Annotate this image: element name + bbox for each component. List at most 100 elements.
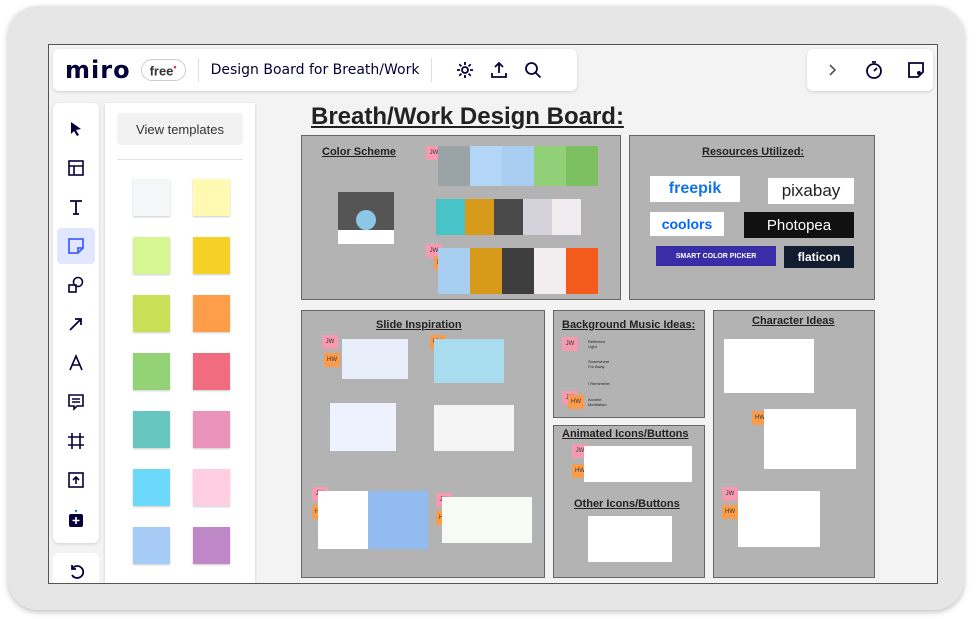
plan-label: free: [149, 63, 174, 79]
sticky-color-swatch[interactable]: [133, 469, 170, 506]
mockup-footer: [338, 230, 394, 244]
sticky-color-swatch[interactable]: [193, 527, 230, 564]
inspiration-image-5: [318, 491, 428, 549]
sticky-color-swatch[interactable]: [193, 237, 230, 274]
view-templates-button[interactable]: View templates: [117, 113, 243, 145]
frame-title: Other Icons/Buttons: [574, 498, 680, 510]
more-apps-tool[interactable]: [57, 501, 95, 537]
divider: [197, 58, 199, 82]
miro-board-window: miro free• Design Board for Breath/Work: [48, 44, 938, 584]
sticky-color-swatch[interactable]: [133, 237, 170, 274]
palette-color-swatch: [566, 248, 598, 294]
sticky-add-icon[interactable]: [903, 57, 929, 83]
board-title[interactable]: Design Board for Breath/Work: [211, 62, 420, 78]
upload-tool[interactable]: [57, 462, 95, 498]
frame-tool[interactable]: [57, 423, 95, 459]
divider: [431, 58, 433, 82]
music-item: Reflected Light: [588, 339, 605, 349]
sticky-color-swatch[interactable]: [193, 469, 230, 506]
palette-color-swatch: [523, 199, 552, 235]
pixabay-logo: pixabay: [768, 178, 854, 204]
timer-icon[interactable]: [861, 57, 887, 83]
photopea-logo: Photopea: [744, 212, 854, 238]
sticky-jw[interactable]: JW: [322, 335, 338, 349]
palette-color-swatch: [436, 199, 465, 235]
top-right-bar: [807, 49, 933, 91]
mockup-circle: [356, 210, 376, 230]
palette-color-swatch: [494, 199, 523, 235]
board-canvas[interactable]: Breath/Work Design Board: Color Scheme J…: [299, 95, 937, 583]
sticky-color-swatch[interactable]: [133, 295, 170, 332]
palette-color-swatch: [438, 146, 470, 186]
sticky-color-swatch[interactable]: [193, 353, 230, 390]
templates-tool[interactable]: [57, 150, 95, 186]
inspiration-image-1: [342, 339, 408, 379]
share-upload-icon[interactable]: [486, 57, 512, 83]
undo-icon: [67, 562, 85, 584]
sticky-color-swatch[interactable]: [193, 179, 230, 216]
frame-title: Slide Inspiration: [376, 319, 462, 331]
freepik-logo: freepik: [650, 176, 740, 202]
frame-title: Color Scheme: [322, 146, 396, 158]
inspiration-image-6: [442, 497, 532, 543]
miro-logo[interactable]: miro: [65, 56, 131, 84]
music-frame[interactable]: Background Music Ideas: JW Reflected Lig…: [553, 310, 705, 418]
pen-tool[interactable]: [57, 345, 95, 381]
slide-inspiration-frame[interactable]: Slide Inspiration JW HW HW JW HW JW HW: [301, 310, 545, 578]
connection-line-tool[interactable]: [57, 306, 95, 342]
sticky-jw[interactable]: JW: [562, 337, 578, 351]
shapes-tool[interactable]: [57, 267, 95, 303]
palette-color-swatch: [470, 248, 502, 294]
left-toolbar: [53, 103, 99, 543]
settings-icon[interactable]: [452, 57, 478, 83]
palette-color-swatch: [502, 146, 534, 186]
music-item: Somewhere For Away: [588, 359, 610, 369]
sticky-color-swatch[interactable]: [193, 411, 230, 448]
top-bar: miro free• Design Board for Breath/Work: [53, 49, 577, 91]
sticky-color-swatch[interactable]: [193, 295, 230, 332]
app-mockup-image: [338, 192, 394, 244]
color-scheme-frame[interactable]: Color Scheme JW JW HW: [301, 135, 621, 300]
flaticon-logo: flaticon: [784, 246, 854, 268]
sticky-jw[interactable]: JW: [722, 487, 738, 501]
coolors-logo: coolors: [650, 212, 724, 236]
palette-color-swatch: [465, 199, 494, 235]
comment-tool[interactable]: [57, 384, 95, 420]
sticky-hw[interactable]: HW: [722, 505, 738, 519]
sticky-color-swatch[interactable]: [133, 353, 170, 390]
select-tool[interactable]: [57, 111, 95, 147]
palette-row-1: [438, 146, 598, 186]
undo-button[interactable]: [53, 553, 99, 584]
image-5-blue-panel: [368, 491, 428, 549]
device-frame: miro free• Design Board for Breath/Work: [8, 6, 964, 610]
resources-frame[interactable]: Resources Utilized: freepik pixabay cool…: [629, 135, 875, 300]
sticky-color-swatch[interactable]: [133, 411, 170, 448]
board-heading[interactable]: Breath/Work Design Board:: [311, 103, 624, 131]
palette-color-swatch: [552, 199, 581, 235]
icons-frame[interactable]: Animated Icons/Buttons JW HW Other Icons…: [553, 425, 705, 578]
frame-title: Background Music Ideas:: [562, 319, 696, 331]
character-image-3: [738, 491, 820, 547]
search-icon[interactable]: [520, 57, 546, 83]
palette-color-swatch: [502, 248, 534, 294]
sticky-color-swatch[interactable]: [133, 179, 170, 216]
smart-color-picker-logo: SMART COLOR PICKER: [656, 246, 776, 266]
character-ideas-frame[interactable]: Character Ideas HW JW HW: [713, 310, 875, 578]
sticky-notes-panel: View templates: [105, 103, 255, 583]
chevron-right-icon[interactable]: [819, 57, 845, 83]
sticky-hw[interactable]: HW: [568, 395, 584, 409]
frame-title: Animated Icons/Buttons: [562, 428, 689, 440]
palette-row-3: [438, 248, 598, 294]
inspiration-image-4: [434, 405, 514, 451]
sticky-note-tool[interactable]: [57, 228, 95, 264]
plan-mark: •: [173, 61, 177, 72]
palette-color-swatch: [534, 146, 566, 186]
palette-color-swatch: [534, 248, 566, 294]
text-tool[interactable]: [57, 189, 95, 225]
animated-icons-image: [584, 446, 692, 482]
sticky-color-swatch[interactable]: [133, 527, 170, 564]
plan-badge[interactable]: free•: [140, 58, 186, 82]
divider: [117, 159, 243, 160]
inspiration-image-3: [330, 403, 396, 451]
sticky-hw[interactable]: HW: [324, 353, 340, 367]
